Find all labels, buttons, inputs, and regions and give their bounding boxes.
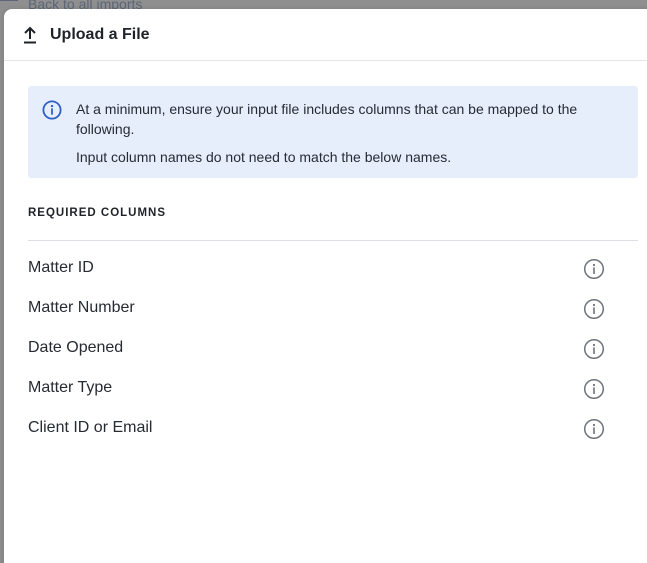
info-text-secondary: Input column names do not need to match … — [76, 149, 452, 165]
column-label-matter-number: Matter Number — [28, 299, 135, 316]
info-icon[interactable] — [583, 258, 605, 280]
required-columns-list: Matter ID Matter Number Date Opened Matt… — [28, 249, 638, 449]
upload-icon — [24, 26, 36, 44]
upload-file-panel: Upload a File At a minimum, ensure your … — [4, 9, 647, 563]
list-item: Client ID or Email — [28, 409, 638, 449]
column-label-client-id-or-email: Client ID or Email — [28, 419, 153, 436]
info-banner: At a minimum, ensure your input file inc… — [28, 86, 638, 178]
panel-title: Upload a File — [50, 26, 150, 43]
column-label-date-opened: Date Opened — [28, 339, 124, 356]
list-item: Date Opened — [28, 329, 638, 369]
info-text-primary: At a minimum, ensure your input file inc… — [76, 101, 578, 137]
panel-header: Upload a File — [4, 9, 647, 61]
required-columns-heading: REQUIRED COLUMNS — [28, 207, 167, 219]
info-icon[interactable] — [583, 418, 605, 440]
info-icon — [42, 100, 62, 120]
column-label-matter-id: Matter ID — [28, 259, 94, 276]
info-icon[interactable] — [583, 298, 605, 320]
column-label-matter-type: Matter Type — [28, 379, 113, 396]
list-item: Matter Number — [28, 289, 638, 329]
list-item: Matter ID — [28, 249, 638, 289]
info-icon[interactable] — [583, 338, 605, 360]
list-item: Matter Type — [28, 369, 638, 409]
info-icon[interactable] — [583, 378, 605, 400]
section-divider — [28, 240, 638, 241]
